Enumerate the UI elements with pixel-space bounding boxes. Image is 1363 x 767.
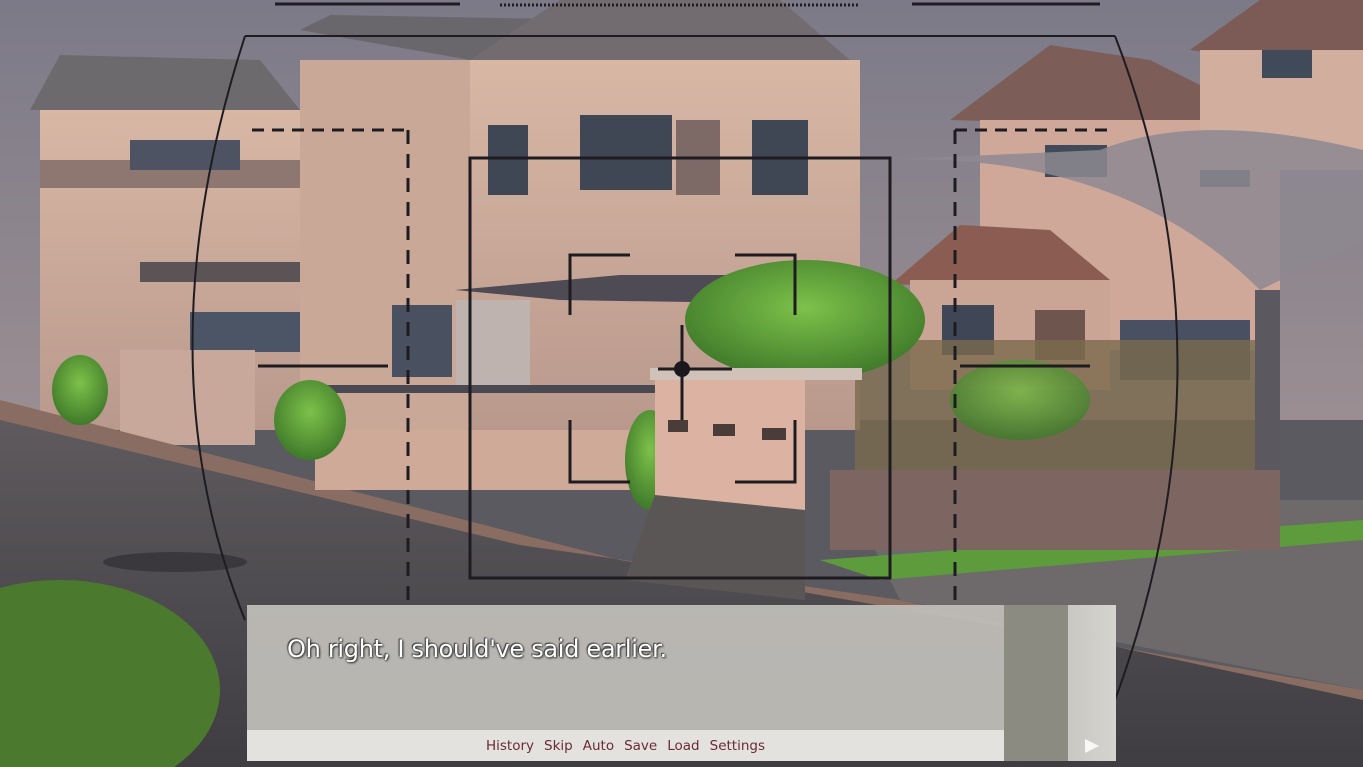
auto-button[interactable]: Auto [578,738,619,754]
load-button[interactable]: Load [662,738,704,754]
settings-button[interactable]: Settings [705,738,770,754]
play-triangle-icon [1085,738,1099,753]
dialogue-textbox[interactable]: Oh right, I should've said earlier. [247,605,1004,730]
dialogue-box[interactable]: Oh right, I should've said earlier. Hist… [247,605,1116,761]
quick-menu-bar: History Skip Auto Save Load Settings [247,730,1004,761]
save-button[interactable]: Save [619,738,662,754]
dialogue-side-panel [1004,605,1068,761]
dialogue-text: Oh right, I should've said earlier. [287,635,667,663]
advance-button[interactable] [1068,730,1116,761]
history-button[interactable]: History [481,738,539,754]
skip-button[interactable]: Skip [539,738,578,754]
focus-dot-icon [674,361,690,377]
